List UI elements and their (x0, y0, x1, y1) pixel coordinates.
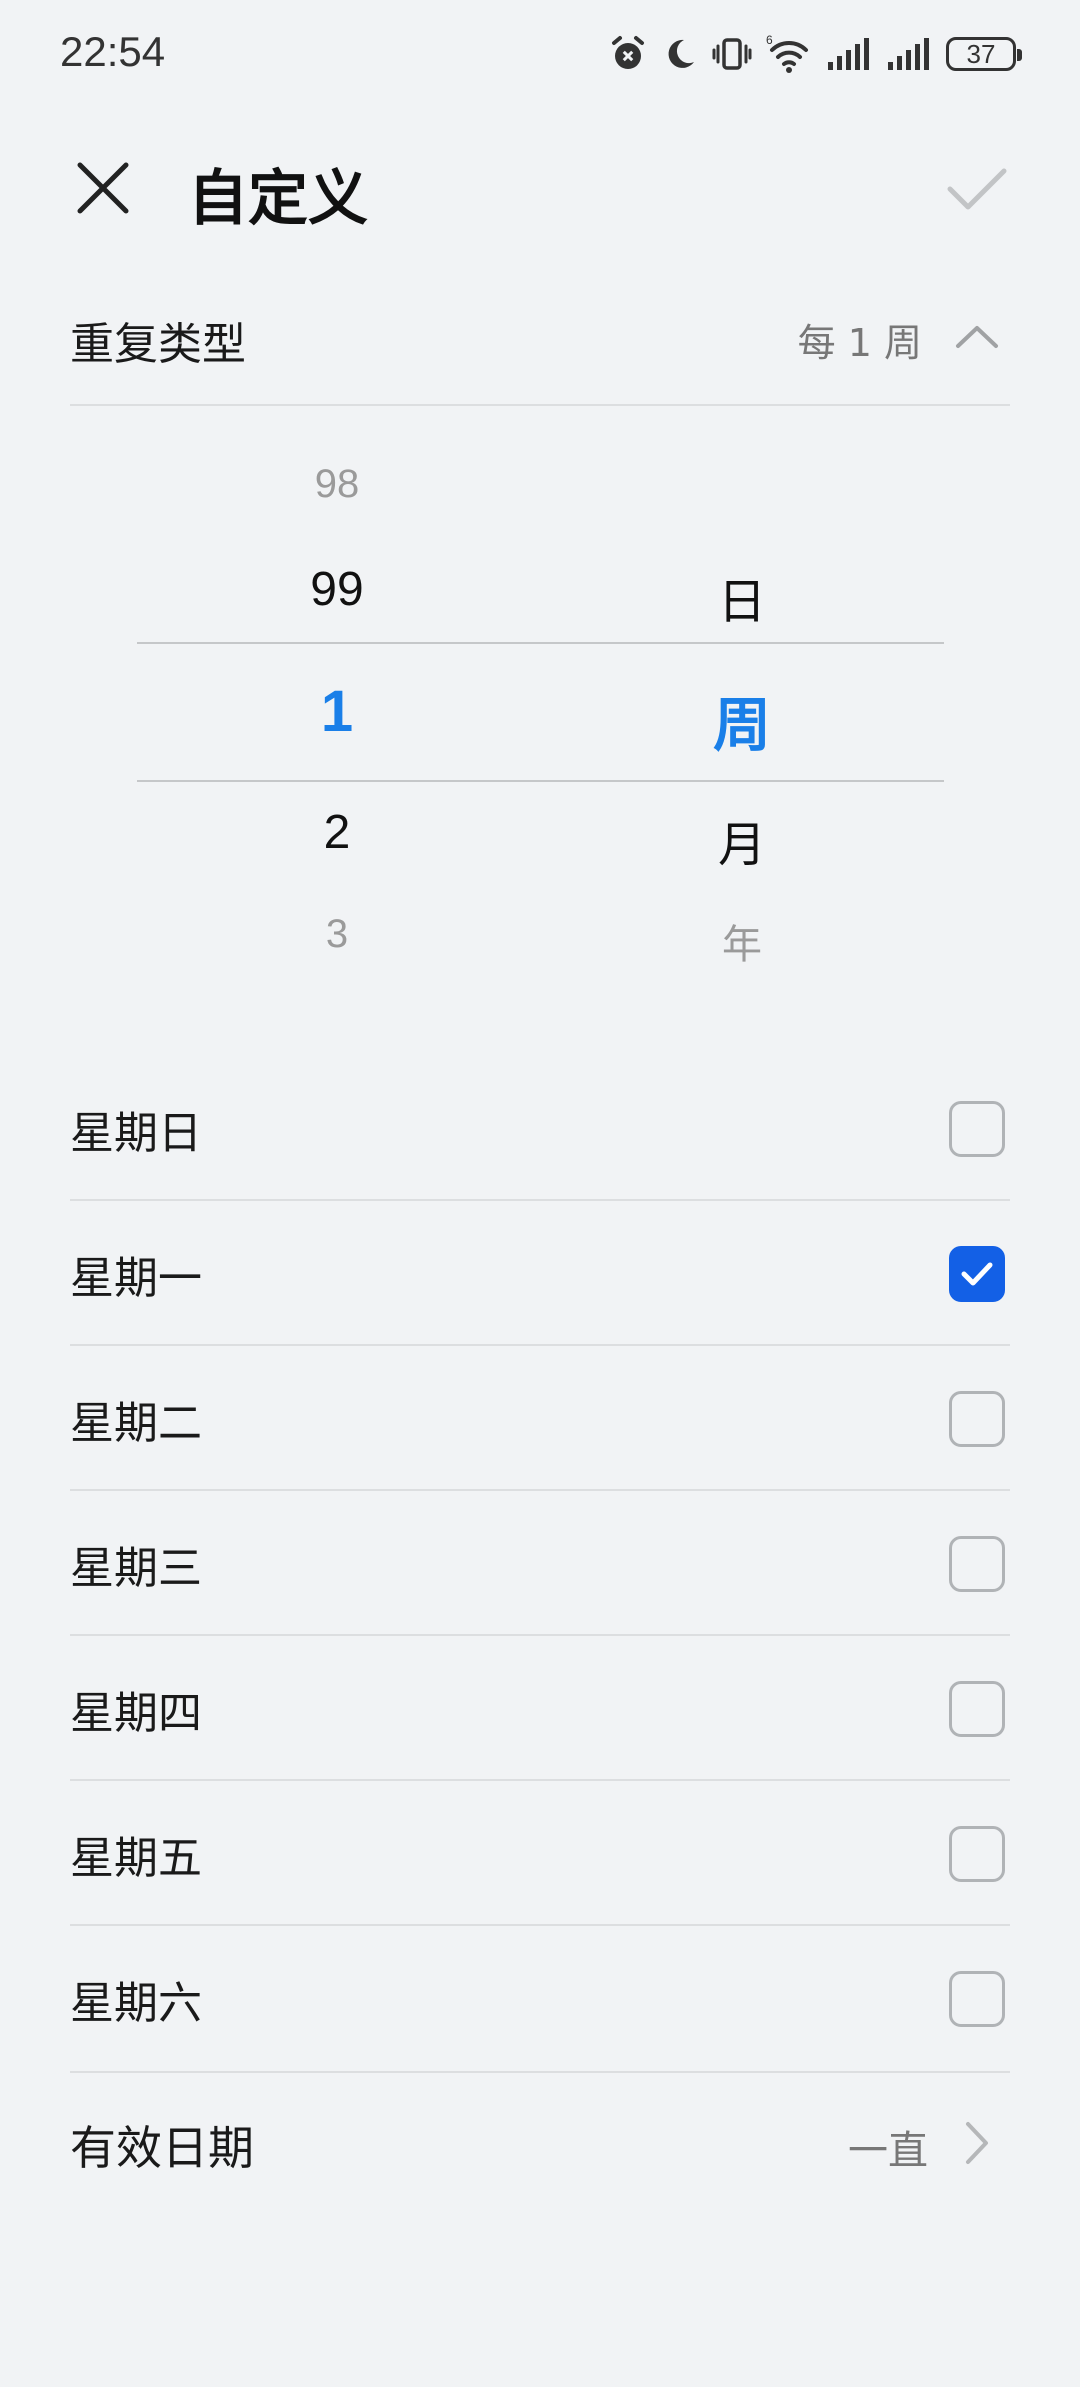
close-button[interactable] (70, 155, 136, 221)
weekday-row-monday[interactable]: 星期一 (70, 1201, 1010, 1346)
weekday-checkbox[interactable] (949, 1245, 1005, 1302)
effective-date-label: 有效日期 (70, 2121, 254, 2175)
moon-icon (668, 39, 694, 68)
chevron-right-icon (966, 2122, 988, 2164)
wifi-6-icon: 6 (766, 34, 808, 73)
divider (70, 2071, 1010, 2073)
picker-selection-bottom-line (137, 780, 944, 782)
chevron-up-icon (956, 326, 998, 348)
weekday-label: 星期五 (70, 1832, 202, 1884)
weekday-checkbox[interactable] (949, 1680, 1005, 1737)
close-icon (77, 162, 129, 214)
weekday-label: 星期一 (70, 1252, 202, 1304)
weekday-row-saturday[interactable]: 星期六 (70, 1926, 1010, 2071)
divider (70, 404, 1010, 406)
vibrate-icon (712, 38, 752, 70)
confirm-button[interactable] (944, 155, 1010, 221)
repeat-type-value[interactable]: 每 1 周 (798, 312, 922, 367)
weekday-label: 星期六 (70, 1977, 202, 2029)
check-icon (947, 168, 1007, 210)
interval-picker[interactable]: 98 99 日 1 周 2 月 3 年 (0, 420, 1080, 1000)
picker-number-near-above[interactable]: 99 (237, 562, 437, 617)
status-time: 22:54 (60, 28, 166, 75)
weekday-label: 星期二 (70, 1397, 202, 1449)
check-icon (961, 1262, 993, 1285)
picker-unit-near-above[interactable]: 日 (642, 562, 842, 632)
repeat-type-toggle[interactable] (954, 316, 1000, 356)
weekday-checkbox[interactable] (949, 1390, 1005, 1447)
signal-icon (828, 38, 869, 70)
picker-unit-selected[interactable]: 周 (642, 678, 842, 762)
weekday-checkbox[interactable] (949, 1825, 1005, 1882)
weekday-label: 星期日 (70, 1107, 202, 1159)
repeat-type-label: 重复类型 (70, 319, 246, 370)
picker-number-selected[interactable]: 1 (237, 678, 437, 745)
weekday-checkbox[interactable] (949, 1535, 1005, 1592)
picker-number-far-below[interactable]: 3 (237, 912, 437, 957)
picker-unit-near-below[interactable]: 月 (642, 805, 842, 875)
effective-date-value[interactable]: 一直 (848, 2118, 928, 2176)
picker-number-far-above[interactable]: 98 (237, 462, 437, 507)
page-title: 自定义 (188, 164, 368, 234)
alarm-icon (612, 36, 644, 69)
weekday-row-wednesday[interactable]: 星期三 (70, 1491, 1010, 1636)
weekday-checkbox[interactable] (949, 1100, 1005, 1157)
effective-date-button[interactable] (962, 2120, 992, 2166)
picker-unit-far-below[interactable]: 年 (642, 912, 842, 970)
weekday-row-thursday[interactable]: 星期四 (70, 1636, 1010, 1781)
battery-level: 37 (966, 38, 996, 69)
weekday-row-tuesday[interactable]: 星期二 (70, 1346, 1010, 1491)
status-icons: 6 37 (608, 30, 1022, 78)
weekday-checkbox[interactable] (949, 1970, 1005, 2027)
weekday-label: 星期三 (70, 1542, 202, 1594)
svg-text:6: 6 (766, 34, 773, 47)
weekday-label: 星期四 (70, 1687, 202, 1739)
weekday-row-friday[interactable]: 星期五 (70, 1781, 1010, 1926)
signal-icon (888, 38, 929, 70)
weekday-row-sunday[interactable]: 星期日 (70, 1056, 1010, 1201)
battery-indicator: 37 (946, 37, 1022, 71)
picker-number-near-below[interactable]: 2 (237, 805, 437, 860)
picker-selection-top-line (137, 642, 944, 644)
